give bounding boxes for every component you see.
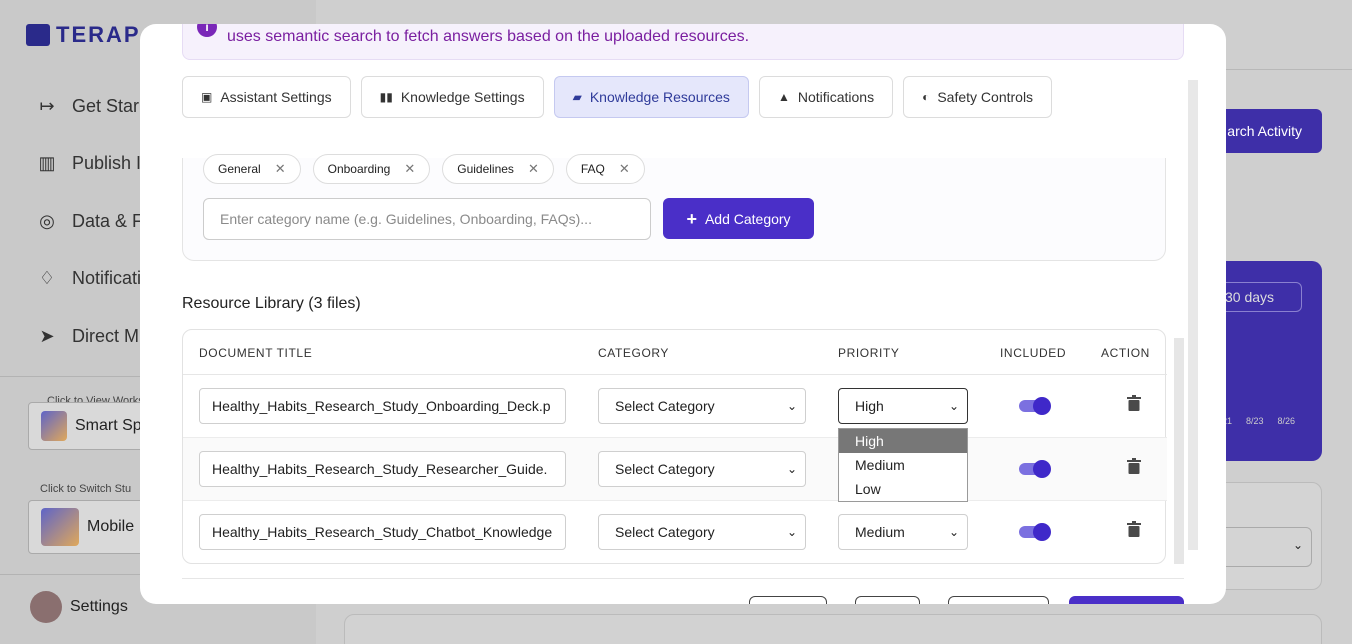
tab-safety-controls[interactable]: ◐ Safety Controls: [903, 76, 1053, 118]
background-select[interactable]: ⌄: [1216, 527, 1312, 567]
book-icon: ▮▮: [379, 90, 393, 104]
footer-button[interactable]: [855, 596, 920, 604]
included-toggle[interactable]: [1019, 460, 1051, 478]
close-icon[interactable]: ✕: [619, 161, 630, 177]
arrow-in-icon: ↦: [39, 96, 55, 116]
priority-option-low[interactable]: Low: [839, 477, 967, 501]
sidebar-item-data[interactable]: ◎ Data & F: [36, 211, 143, 232]
included-toggle[interactable]: [1019, 397, 1051, 415]
shield-icon: ◐: [922, 90, 930, 104]
toggle-knob: [1033, 523, 1051, 541]
sidebar-item-publish[interactable]: ▥ Publish I: [36, 153, 141, 174]
settings-link[interactable]: Settings: [70, 598, 128, 616]
trash-icon[interactable]: [1123, 521, 1145, 537]
info-banner: i uses semantic search to fetch answers …: [182, 24, 1184, 60]
table-row: Healthy_Habits_Research_Study_Chatbot_Kn…: [183, 501, 1167, 564]
chevron-down-icon: ⌄: [786, 462, 797, 476]
bell-icon: ▲: [777, 90, 790, 104]
footer-button[interactable]: [948, 596, 1049, 604]
category-name-input[interactable]: [203, 198, 651, 240]
column-header: CATEGORY: [598, 346, 670, 360]
column-header: PRIORITY: [838, 346, 900, 360]
add-category-button[interactable]: + Add Category: [663, 198, 814, 239]
tab-knowledge-settings[interactable]: ▮▮ Knowledge Settings: [360, 76, 544, 118]
workspace-thumbnail: [41, 411, 67, 441]
category-chip: General ✕: [203, 154, 301, 184]
close-icon[interactable]: ✕: [528, 161, 539, 177]
column-header: ACTION: [1101, 346, 1150, 360]
chevron-down-icon: ⌄: [948, 399, 959, 413]
footer-button[interactable]: [749, 596, 827, 604]
category-select[interactable]: Select Category ⌄: [598, 514, 806, 550]
chevron-down-icon: ⌄: [786, 399, 797, 413]
chevron-down-icon: ⌄: [948, 525, 959, 539]
close-icon[interactable]: ✕: [275, 161, 286, 177]
table-scrollbar[interactable]: [1174, 338, 1184, 564]
chart-ticks: 21 8/23 8/26: [1222, 416, 1295, 426]
category-chip: Onboarding ✕: [312, 154, 431, 184]
category-select[interactable]: Select Category ⌄: [598, 451, 806, 487]
background-filter-bar: [344, 614, 1322, 644]
priority-dropdown-menu: High Medium Low: [838, 428, 968, 502]
trash-icon[interactable]: [1123, 458, 1145, 474]
study-caption: Click to Switch Stu: [40, 483, 132, 495]
books-icon: ▥: [38, 153, 56, 173]
tab-assistant-settings[interactable]: ▣ Assistant Settings: [182, 76, 351, 118]
info-text: uses semantic search to fetch answers ba…: [227, 28, 750, 45]
included-toggle[interactable]: [1019, 523, 1051, 541]
tab-notifications[interactable]: ▲ Notifications: [758, 76, 894, 118]
document-title-input[interactable]: Healthy_Habits_Research_Study_Onboarding…: [199, 388, 566, 424]
avatar[interactable]: [30, 591, 62, 623]
trash-icon[interactable]: [1123, 395, 1145, 411]
sidebar-item-direct-messages[interactable]: ➤ Direct M: [36, 326, 139, 347]
category-select[interactable]: Select Category ⌄: [598, 388, 806, 424]
priority-option-medium[interactable]: Medium: [839, 453, 967, 477]
chart-range-select[interactable]: 30 days: [1216, 282, 1302, 312]
info-icon: i: [197, 24, 217, 37]
table-header: DOCUMENT TITLE CATEGORY PRIORITY INCLUDE…: [183, 330, 1167, 375]
modal-scrollbar[interactable]: [1188, 80, 1198, 550]
settings-tabs: ▣ Assistant Settings ▮▮ Knowledge Settin…: [182, 76, 1053, 118]
document-title-input[interactable]: Healthy_Habits_Research_Study_Researcher…: [199, 451, 566, 487]
priority-select[interactable]: High ⌄: [838, 388, 968, 424]
priority-option-high[interactable]: High: [839, 429, 967, 453]
category-chips: General ✕ Onboarding ✕ Guidelines ✕ FAQ …: [203, 154, 645, 184]
category-manager: General ✕ Onboarding ✕ Guidelines ✕ FAQ …: [182, 154, 1166, 261]
app-logo: TERAP: [26, 22, 141, 48]
resource-table: DOCUMENT TITLE CATEGORY PRIORITY INCLUDE…: [182, 329, 1167, 564]
bell-icon: ♢: [38, 268, 56, 288]
logo-mark-icon: [26, 24, 50, 46]
close-icon[interactable]: ✕: [404, 161, 415, 177]
sidebar-item-get-started[interactable]: ↦ Get Star: [36, 96, 139, 117]
chevron-down-icon: ⌄: [786, 525, 797, 539]
column-header: INCLUDED: [1000, 346, 1067, 360]
plus-icon: +: [686, 208, 697, 229]
priority-select[interactable]: Medium ⌄: [838, 514, 968, 550]
save-button[interactable]: [1069, 596, 1184, 604]
sidebar-item-notifications[interactable]: ♢ Notificati: [36, 268, 141, 289]
footer-divider: [182, 578, 1184, 579]
study-thumbnail: [41, 508, 79, 546]
knowledge-modal: i uses semantic search to fetch answers …: [140, 24, 1226, 604]
table-row: Healthy_Habits_Research_Study_Onboarding…: [183, 375, 1167, 438]
database-icon: ◎: [39, 211, 55, 231]
resource-library-title: Resource Library (3 files): [182, 295, 361, 312]
table-row: Healthy_Habits_Research_Study_Researcher…: [183, 438, 1167, 501]
document-title-input[interactable]: Healthy_Habits_Research_Study_Chatbot_Kn…: [199, 514, 566, 550]
send-icon: ➤: [39, 326, 55, 346]
toggle-knob: [1033, 460, 1051, 478]
category-chip: FAQ ✕: [565, 154, 645, 184]
column-header: DOCUMENT TITLE: [199, 346, 313, 360]
robot-icon: ▣: [201, 90, 213, 104]
tab-knowledge-resources[interactable]: ▰ Knowledge Resources: [553, 76, 749, 118]
chart-tick: 8/26: [1277, 416, 1296, 426]
chart-tick: 8/23: [1246, 416, 1264, 426]
folder-open-icon: ▰: [572, 90, 582, 104]
toggle-knob: [1033, 397, 1051, 415]
category-chip: Guidelines ✕: [442, 154, 554, 184]
